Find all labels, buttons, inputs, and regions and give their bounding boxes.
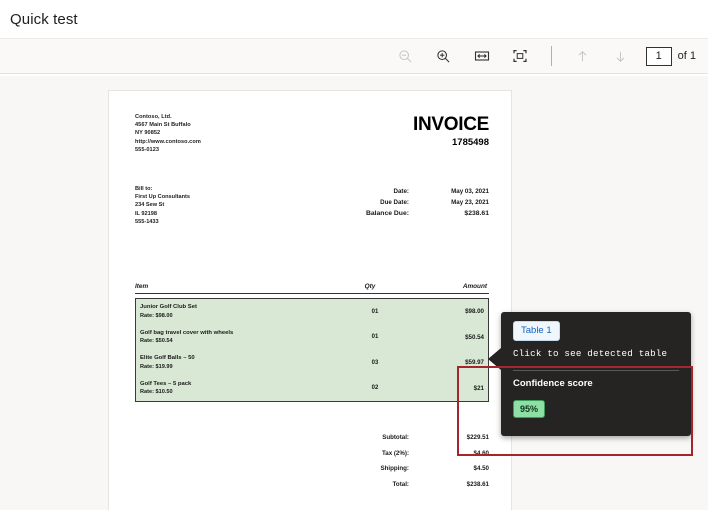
column-header-qty: Qty bbox=[330, 283, 410, 290]
item-rate: Rate: $50.54 bbox=[140, 337, 335, 345]
table-cell-item: Elite Golf Balls – 50 Rate: $19.99 bbox=[140, 354, 335, 371]
document-viewer[interactable]: Contoso, Ltd. 4567 Main St Buffalo NY 90… bbox=[0, 76, 708, 510]
table-cell-amount: $50.54 bbox=[415, 334, 488, 341]
invoice-items-table[interactable]: Item Qty Amount Junior Golf Club Set Rat… bbox=[135, 283, 489, 402]
fit-width-icon bbox=[474, 48, 490, 64]
callout-hint-text: Click to see detected table bbox=[513, 348, 667, 359]
arrow-down-icon bbox=[613, 49, 628, 64]
totals-value: $4.60 bbox=[429, 446, 489, 462]
invoice-meta: Date: May 03, 2021 Due Date: May 23, 202… bbox=[293, 186, 489, 219]
table-detection-callout[interactable]: Table 1 Click to see detected table Conf… bbox=[501, 312, 691, 436]
detected-table-badge[interactable]: Table 1 bbox=[513, 321, 560, 341]
meta-value: $238.61 bbox=[427, 208, 489, 219]
table-row[interactable]: Golf Tees – 5 pack Rate: $10.50 02 $21 bbox=[136, 376, 488, 402]
totals-value: $238.61 bbox=[429, 477, 489, 493]
toolbar-divider bbox=[551, 46, 552, 66]
page-navigation: of 1 bbox=[564, 43, 696, 69]
totals-row: Subtotal: $229.51 bbox=[289, 430, 489, 446]
zoom-in-icon bbox=[436, 49, 451, 64]
page-title: Quick test bbox=[10, 11, 78, 28]
table-cell-qty: 01 bbox=[335, 334, 415, 340]
table-row[interactable]: Golf bag travel cover with wheels Rate: … bbox=[136, 325, 488, 351]
totals-label: Tax (2%): bbox=[289, 446, 429, 462]
item-rate: Rate: $10.50 bbox=[140, 388, 335, 396]
table-cell-item: Golf bag travel cover with wheels Rate: … bbox=[140, 329, 335, 346]
zoom-out-icon bbox=[398, 49, 413, 64]
totals-label: Shipping: bbox=[289, 461, 429, 477]
table-cell-qty: 03 bbox=[335, 360, 415, 366]
callout-divider bbox=[513, 370, 679, 371]
table-cell-amount: $59.97 bbox=[415, 359, 488, 366]
invoice-totals: Subtotal: $229.51 Tax (2%): $4.60 Shippi… bbox=[289, 430, 489, 492]
totals-row: Shipping: $4.50 bbox=[289, 461, 489, 477]
zoom-controls bbox=[387, 43, 539, 69]
page-number-input[interactable] bbox=[646, 47, 672, 66]
item-name: Golf bag travel cover with wheels bbox=[140, 329, 335, 337]
totals-label: Subtotal: bbox=[289, 430, 429, 446]
confidence-score-label: Confidence score bbox=[513, 378, 593, 389]
title-bar: Quick test bbox=[0, 0, 708, 38]
invoice-number: 1785498 bbox=[413, 137, 489, 148]
table-header-row: Item Qty Amount bbox=[135, 283, 489, 294]
viewer-toolbar: of 1 bbox=[0, 38, 708, 74]
document-page[interactable]: Contoso, Ltd. 4567 Main St Buffalo NY 90… bbox=[108, 90, 512, 510]
next-page-button[interactable] bbox=[607, 43, 635, 69]
meta-row: Date: May 03, 2021 bbox=[293, 186, 489, 197]
fit-page-button[interactable] bbox=[506, 43, 534, 69]
previous-page-button[interactable] bbox=[569, 43, 597, 69]
totals-value: $229.51 bbox=[429, 430, 489, 446]
invoice-content: Contoso, Ltd. 4567 Main St Buffalo NY 90… bbox=[135, 91, 489, 510]
totals-row: Total: $238.61 bbox=[289, 477, 489, 493]
column-header-item: Item bbox=[135, 283, 330, 290]
item-name: Junior Golf Club Set bbox=[140, 303, 335, 311]
table-row[interactable]: Junior Golf Club Set Rate: $98.00 01 $98… bbox=[136, 299, 488, 325]
meta-label: Date: bbox=[293, 186, 427, 197]
item-rate: Rate: $98.00 bbox=[140, 312, 335, 320]
meta-value: May 03, 2021 bbox=[427, 186, 489, 197]
meta-value: May 23, 2021 bbox=[427, 197, 489, 208]
column-header-amount: Amount bbox=[410, 283, 489, 290]
meta-row: Balance Due: $238.61 bbox=[293, 208, 489, 219]
invoice-header: Contoso, Ltd. 4567 Main St Buffalo NY 90… bbox=[135, 113, 489, 173]
item-name: Elite Golf Balls – 50 bbox=[140, 354, 335, 362]
confidence-score-badge: 95% bbox=[513, 400, 545, 418]
zoom-in-button[interactable] bbox=[430, 43, 458, 69]
item-name: Golf Tees – 5 pack bbox=[140, 380, 335, 388]
table-cell-item: Golf Tees – 5 pack Rate: $10.50 bbox=[140, 380, 335, 397]
totals-row: Tax (2%): $4.60 bbox=[289, 446, 489, 462]
totals-value: $4.50 bbox=[429, 461, 489, 477]
item-rate: Rate: $19.99 bbox=[140, 363, 335, 371]
zoom-out-button[interactable] bbox=[392, 43, 420, 69]
table-cell-amount: $21 bbox=[415, 385, 488, 392]
table-cell-item: Junior Golf Club Set Rate: $98.00 bbox=[140, 303, 335, 320]
bill-to-phone: 555-1433 bbox=[135, 218, 489, 226]
meta-label: Due Date: bbox=[293, 197, 427, 208]
table-cell-qty: 01 bbox=[335, 309, 415, 315]
callout-arrow-icon bbox=[488, 348, 501, 370]
page-count-label: of 1 bbox=[678, 50, 696, 62]
fit-page-icon bbox=[512, 48, 528, 64]
totals-label: Total: bbox=[289, 477, 429, 493]
arrow-up-icon bbox=[575, 49, 590, 64]
table-cell-amount: $98.00 bbox=[415, 308, 488, 315]
bill-to-block: Bill to: First Up Consultants 234 Sew St… bbox=[135, 185, 489, 226]
fit-width-button[interactable] bbox=[468, 43, 496, 69]
invoice-title: INVOICE bbox=[413, 115, 489, 135]
table-cell-qty: 02 bbox=[335, 385, 415, 391]
meta-label: Balance Due: bbox=[293, 208, 427, 219]
meta-row: Due Date: May 23, 2021 bbox=[293, 197, 489, 208]
invoice-title-block: INVOICE 1785498 bbox=[413, 115, 489, 148]
table-row[interactable]: Elite Golf Balls – 50 Rate: $19.99 03 $5… bbox=[136, 350, 488, 376]
table-body-highlighted[interactable]: Junior Golf Club Set Rate: $98.00 01 $98… bbox=[135, 298, 489, 402]
